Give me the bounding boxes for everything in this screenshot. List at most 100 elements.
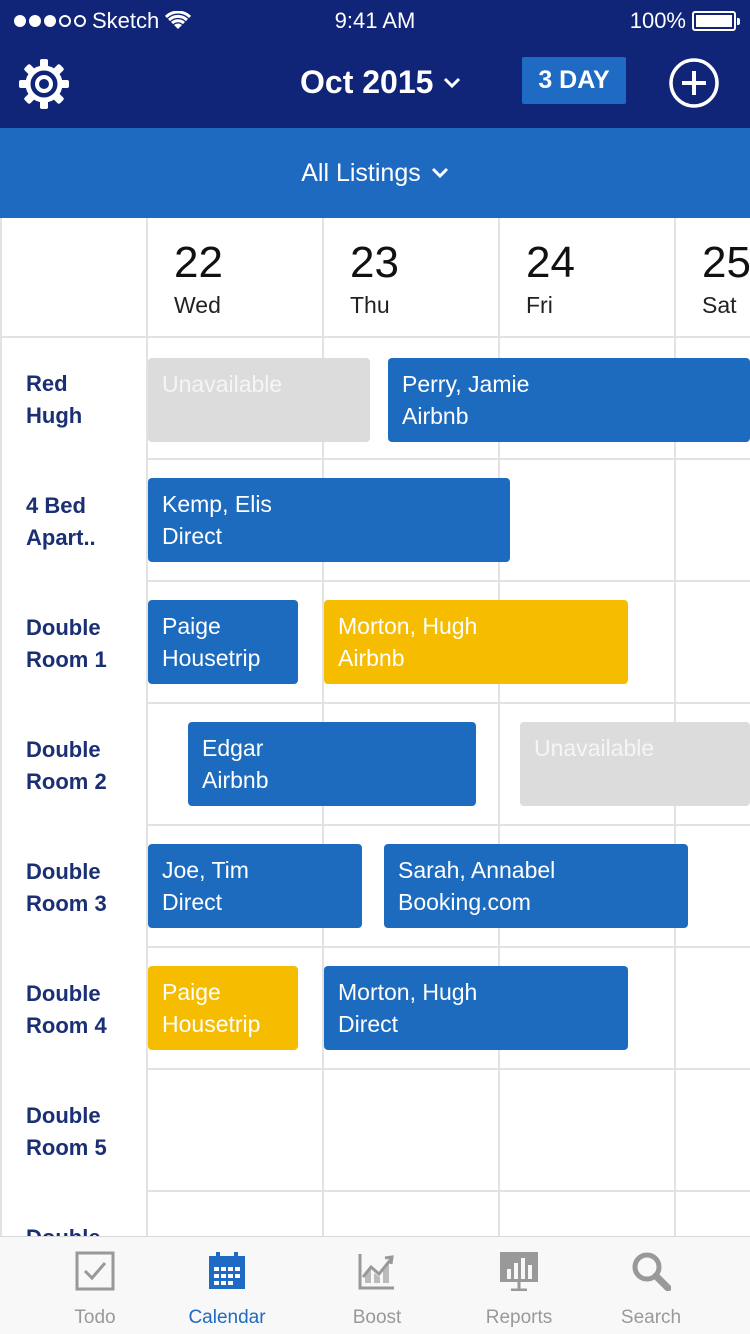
booking-guest: Morton, Hugh <box>338 613 478 639</box>
battery-indicator: 100% <box>629 8 740 34</box>
booking-block[interactable]: Perry, Jamie Airbnb <box>388 358 750 442</box>
listings-filter[interactable]: All Listings <box>0 128 750 218</box>
tab-bar: Todo Calendar Boost Reports Search <box>0 1236 750 1334</box>
booking-guest: Paige <box>162 613 221 639</box>
booking-guest: Sarah, Annabel <box>398 857 556 883</box>
day-of-week: Wed <box>174 292 221 318</box>
calendar-grid: 22 Wed 23 Thu 24 Fri 25 Sat Red Hugh 4 B… <box>0 218 750 1236</box>
room-name-line: Apart.. <box>26 525 96 550</box>
room-name-line: Double <box>26 981 101 1006</box>
room-name-line: Red <box>26 371 68 396</box>
booking-source: Booking.com <box>398 889 531 915</box>
month-selector[interactable]: Oct 2015 <box>300 64 461 101</box>
status-bar: Sketch 9:41 AM 100% <box>0 0 750 40</box>
listings-filter-label: All Listings <box>301 158 421 187</box>
tab-boost[interactable]: Boost <box>302 1237 452 1334</box>
booking-source: Direct <box>162 523 223 549</box>
booking-source: Airbnb <box>202 767 269 793</box>
room-name-line: Room 1 <box>26 647 107 672</box>
day-number: 24 <box>526 238 575 287</box>
booking-block[interactable]: Sarah, Annabel Booking.com <box>384 844 688 928</box>
month-label: Oct 2015 <box>300 64 434 100</box>
room-name-line: Room 5 <box>26 1135 107 1160</box>
room-label[interactable]: Double Room 4 <box>26 978 107 1042</box>
room-name-line: Double <box>26 859 101 884</box>
battery-icon <box>692 11 740 31</box>
tab-label: Todo <box>74 1307 116 1328</box>
chevron-down-icon <box>444 77 461 88</box>
room-name-line: Double <box>26 615 101 640</box>
tab-reports[interactable]: Reports <box>444 1237 594 1334</box>
tab-search[interactable]: Search <box>576 1237 726 1334</box>
day-header[interactable]: 22 Wed <box>174 238 223 319</box>
tab-label: Boost <box>352 1307 402 1328</box>
room-name-line: Room 2 <box>26 769 107 794</box>
room-name-line: Room 3 <box>26 891 107 916</box>
tab-label: Reports <box>485 1307 553 1328</box>
grid-line <box>148 702 750 704</box>
booking-source: Airbnb <box>402 403 469 429</box>
room-name-line: Double <box>26 1103 101 1128</box>
booking-guest: Edgar <box>202 735 264 761</box>
grid-line <box>148 1190 750 1192</box>
room-label[interactable]: Red Hugh <box>26 368 82 432</box>
room-name-line: Double <box>26 1222 101 1236</box>
settings-gear-icon[interactable] <box>18 58 70 110</box>
tab-calendar[interactable]: Calendar <box>152 1237 302 1334</box>
room-label[interactable]: Double <box>26 1222 101 1236</box>
day-header[interactable]: 23 Thu <box>350 238 399 319</box>
day-number: 25 <box>702 238 750 287</box>
tab-label: Search <box>620 1307 682 1328</box>
tab-todo[interactable]: Todo <box>20 1237 170 1334</box>
room-name-line: 4 Bed <box>26 493 86 518</box>
room-label[interactable]: Double Room 5 <box>26 1100 107 1164</box>
grid-line <box>148 1068 750 1070</box>
booking-source: Housetrip <box>162 645 261 671</box>
room-label[interactable]: Double Room 3 <box>26 856 107 920</box>
todo-icon <box>75 1251 115 1291</box>
view-mode-button[interactable]: 3 DAY <box>522 57 626 104</box>
booking-guest: Unavailable <box>534 735 655 761</box>
grid-line <box>0 336 750 338</box>
booking-block[interactable]: Joe, Tim Direct <box>148 844 362 928</box>
booking-block[interactable]: Paige Housetrip <box>148 600 298 684</box>
add-booking-icon[interactable] <box>668 57 720 109</box>
calendar-icon <box>209 1252 245 1289</box>
day-number: 23 <box>350 238 399 287</box>
battery-percent: 100% <box>629 8 686 33</box>
booking-block[interactable]: Morton, Hugh Airbnb <box>324 600 628 684</box>
grid-line <box>148 458 750 460</box>
booking-source: Direct <box>162 889 223 915</box>
room-name-line: Double <box>26 737 101 762</box>
booking-guest: Kemp, Elis <box>162 491 272 517</box>
room-label[interactable]: Double Room 1 <box>26 612 107 676</box>
room-label[interactable]: Double Room 2 <box>26 734 107 798</box>
booking-block[interactable]: Paige Housetrip <box>148 966 298 1050</box>
chevron-down-icon <box>431 167 448 179</box>
booking-block[interactable]: Unavailable <box>148 358 370 442</box>
booking-block[interactable]: Kemp, Elis Direct <box>148 478 510 562</box>
booking-source: Airbnb <box>338 645 405 671</box>
room-label[interactable]: 4 Bed Apart.. <box>26 490 96 554</box>
booking-source: Housetrip <box>162 1011 261 1037</box>
day-of-week: Sat <box>702 292 737 318</box>
booking-block[interactable]: Morton, Hugh Direct <box>324 966 628 1050</box>
room-name-line: Room 4 <box>26 1013 107 1038</box>
booking-guest: Paige <box>162 979 221 1005</box>
day-of-week: Thu <box>350 292 390 318</box>
grid-line <box>148 580 750 582</box>
booking-guest: Morton, Hugh <box>338 979 478 1005</box>
day-header[interactable]: 24 Fri <box>526 238 575 319</box>
grid-line <box>0 218 2 1236</box>
boost-icon <box>358 1254 394 1290</box>
booking-block[interactable]: Unavailable <box>520 722 750 806</box>
booking-guest: Perry, Jamie <box>402 371 530 397</box>
top-nav-bar: Sketch 9:41 AM 100% Oct 2015 3 DAY <box>0 0 750 128</box>
room-name-line: Hugh <box>26 403 83 428</box>
booking-guest: Joe, Tim <box>162 857 249 883</box>
day-header[interactable]: 25 Sat <box>702 238 750 319</box>
grid-line <box>148 946 750 948</box>
booking-block[interactable]: Edgar Airbnb <box>188 722 476 806</box>
tab-label: Calendar <box>188 1307 266 1328</box>
reports-icon <box>500 1252 538 1291</box>
